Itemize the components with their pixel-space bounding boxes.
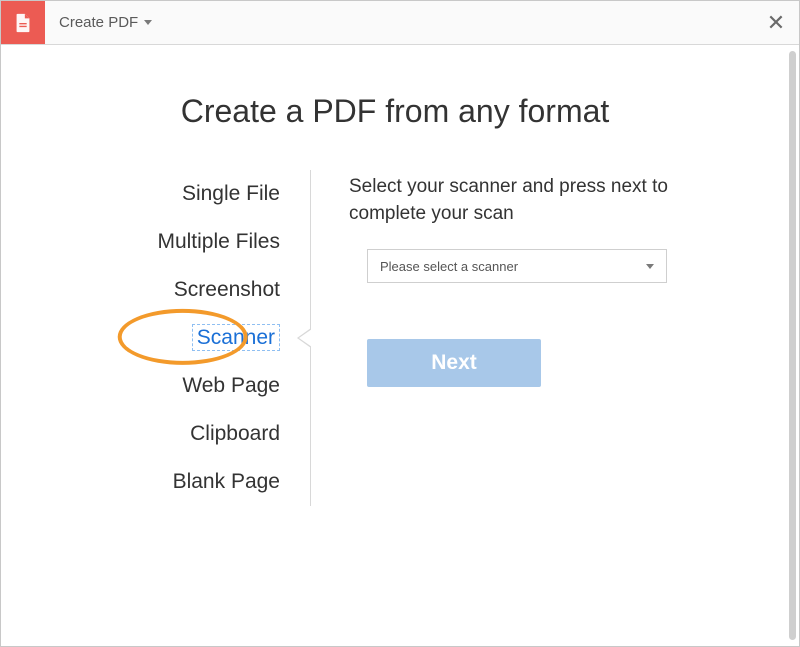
titlebar: Create PDF ✕ [1, 1, 799, 45]
scanner-select[interactable]: Please select a scanner [367, 249, 667, 283]
close-button[interactable]: ✕ [753, 1, 799, 44]
next-button[interactable]: Next [367, 339, 541, 387]
sidebar-item-blank-page[interactable]: Blank Page [31, 458, 310, 506]
sidebar-item-label: Multiple Files [157, 230, 280, 253]
content-area: Create a PDF from any format Single File… [1, 45, 799, 646]
scrollbar[interactable] [789, 51, 796, 640]
close-icon: ✕ [767, 10, 785, 36]
pdf-icon [12, 12, 34, 34]
sidebar-item-web-page[interactable]: Web Page [31, 362, 310, 410]
selection-pointer-icon [297, 328, 311, 348]
detail-panel: Select your scanner and press next to co… [311, 170, 759, 506]
sidebar-item-label: Scanner [192, 324, 280, 351]
next-button-label: Next [431, 351, 477, 375]
sidebar-item-single-file[interactable]: Single File [31, 170, 310, 218]
sidebar-item-screenshot[interactable]: Screenshot [31, 266, 310, 314]
scanner-select-placeholder: Please select a scanner [380, 259, 518, 274]
sidebar-item-scanner[interactable]: Scanner [31, 314, 310, 362]
sidebar-item-label: Blank Page [173, 470, 280, 493]
dialog-window: Create PDF ✕ Create a PDF from any forma… [0, 0, 800, 647]
source-list: Single File Multiple Files Screenshot Sc… [31, 170, 311, 506]
sidebar-item-clipboard[interactable]: Clipboard [31, 410, 310, 458]
page-title: Create a PDF from any format [1, 45, 789, 170]
body-row: Single File Multiple Files Screenshot Sc… [1, 170, 789, 506]
chevron-down-icon [646, 264, 654, 269]
sidebar-item-label: Web Page [182, 374, 280, 397]
sidebar-item-multiple-files[interactable]: Multiple Files [31, 218, 310, 266]
chevron-down-icon [144, 20, 152, 25]
app-icon-box [1, 1, 45, 44]
sidebar-item-label: Screenshot [174, 278, 280, 301]
instruction-text: Select your scanner and press next to co… [349, 174, 719, 227]
window-title: Create PDF [59, 14, 138, 31]
sidebar-item-label: Single File [182, 182, 280, 205]
title-dropdown[interactable]: Create PDF [45, 1, 152, 44]
sidebar-item-label: Clipboard [190, 422, 280, 445]
